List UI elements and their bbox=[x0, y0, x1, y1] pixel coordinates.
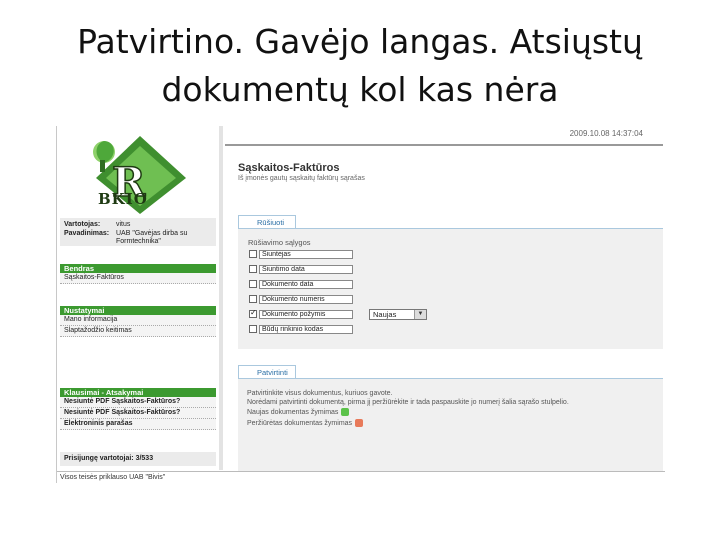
legend-new-row: Naujas dokumentas žymimas bbox=[247, 408, 350, 416]
criterion-checkbox[interactable] bbox=[249, 325, 257, 333]
criterion-checkbox[interactable] bbox=[249, 308, 257, 318]
company-label: Pavadinimas: bbox=[64, 230, 110, 237]
company-row: Pavadinimas: UAB "Gavėjas dirba su Formte… bbox=[64, 230, 212, 246]
criterion-doc-status[interactable]: Dokumento požymis Naujas ▼ bbox=[249, 308, 449, 320]
criterion-checkbox[interactable] bbox=[249, 280, 257, 288]
info-line: Patvirtinkite visus dokumentus, kuriuos … bbox=[247, 390, 393, 397]
sidebar-item-faq-2[interactable]: Nesiuntė PDF Sąskaitos-Faktūros? bbox=[60, 408, 216, 419]
confirm-panel: Patvirtinkite visus dokumentus, kuriuos … bbox=[238, 379, 663, 472]
criterion-label: Dokumento data bbox=[259, 280, 353, 289]
logo-text: BKIO bbox=[98, 190, 148, 208]
legend-viewed-row: Peržiūrėtas dokumentas žymimas bbox=[247, 419, 364, 427]
sidebar: R BKIO Vartotojas: vitus Pavadinimas: UAB … bbox=[60, 126, 218, 468]
criterion-checkbox[interactable] bbox=[249, 250, 257, 258]
main-content: Sąskaitos-Faktūros Iš įmonės gautų sąska… bbox=[225, 144, 663, 472]
criterion-label: Siuntėjas bbox=[259, 250, 353, 259]
criterion-checkbox[interactable] bbox=[249, 295, 257, 303]
tab-sort[interactable]: Rūšiuoti bbox=[238, 215, 296, 228]
sidebar-item-password[interactable]: Slaptažodžio keitimas bbox=[60, 326, 216, 337]
legend-new-label: Naujas dokumentas žymimas bbox=[247, 408, 339, 416]
criterion-label: Dokumento numeris bbox=[259, 295, 353, 304]
criterion-label: Siuntimo data bbox=[259, 265, 353, 274]
timestamp: 2009.10.08 14:37:04 bbox=[569, 129, 643, 138]
criterion-checkbox[interactable] bbox=[249, 265, 257, 273]
viewed-marker-icon bbox=[355, 419, 364, 427]
section-header: Klausimai - Atsakymai bbox=[60, 388, 216, 397]
page-title: Sąskaitos-Faktūros bbox=[238, 162, 340, 174]
sidebar-section-bendras: Bendras Sąskaitos-Faktūros bbox=[60, 264, 216, 284]
criterion-label: Būdų rinkinio kodas bbox=[259, 325, 353, 334]
info-line: Norėdami patvirtinti dokumentą, pirma jį… bbox=[247, 399, 569, 406]
footer: Visos teisės priklauso UAB "Bivis" bbox=[57, 471, 665, 483]
new-marker-icon bbox=[341, 408, 350, 416]
user-info-box: Vartotojas: vitus Pavadinimas: UAB "Gavėja… bbox=[60, 218, 216, 246]
user-value: vitus bbox=[116, 221, 131, 228]
user-label: Vartotojas: bbox=[64, 221, 101, 228]
sidebar-item-my-info[interactable]: Mano informacija bbox=[60, 315, 216, 326]
status-select-value: Naujas bbox=[373, 310, 397, 319]
criterion-label: Dokumento požymis bbox=[259, 310, 353, 319]
slide-title: Patvirtino. Gavėjo langas. Atsiųstų doku… bbox=[0, 18, 720, 114]
section-header: Bendras bbox=[60, 264, 216, 273]
slide-title-line2: dokumentų kol kas nėra bbox=[161, 70, 559, 109]
sidebar-section-nustatymai: Nustatymai Mano informacija Slaptažodžio… bbox=[60, 306, 216, 337]
slide-title-line1: Patvirtino. Gavėjo langas. Atsiųstų bbox=[77, 22, 643, 61]
filter-legend: Rūšiavimo sąlygos bbox=[248, 238, 311, 247]
status-select[interactable]: Naujas ▼ bbox=[369, 309, 427, 320]
filter-panel: Rūšiavimo sąlygos Siuntėjas Siuntimo dat… bbox=[238, 229, 663, 349]
user-row: Vartotojas: vitus bbox=[64, 221, 212, 229]
chevron-down-icon: ▼ bbox=[414, 310, 426, 319]
sidebar-section-faq: Klausimai - Atsakymai Nesiuntė PDF Sąska… bbox=[60, 388, 216, 430]
legend-viewed-label: Peržiūrėtas dokumentas žymimas bbox=[247, 419, 353, 427]
sidebar-item-faq-1[interactable]: Nesiuntė PDF Sąskaitos-Faktūros? bbox=[60, 397, 216, 408]
page-subtitle: Iš įmonės gautų sąskaitų faktūrų sąrašas bbox=[238, 175, 365, 182]
login-count: Prisijungę vartotojai: 3/533 bbox=[60, 452, 216, 466]
app-screenshot: 2009.10.08 14:37:04 R BKIO Vartotojas: vi… bbox=[56, 126, 665, 483]
sidebar-item-e-signature[interactable]: Elektroninis parašas bbox=[60, 419, 216, 430]
sidebar-item-invoices[interactable]: Sąskaitos-Faktūros bbox=[60, 273, 216, 284]
column-divider bbox=[219, 126, 223, 470]
tab-confirm[interactable]: Patvirtinti bbox=[238, 365, 296, 378]
section-header: Nustatymai bbox=[60, 306, 216, 315]
company-value: UAB "Gavėjas dirba su Formtechnika" bbox=[116, 230, 188, 245]
